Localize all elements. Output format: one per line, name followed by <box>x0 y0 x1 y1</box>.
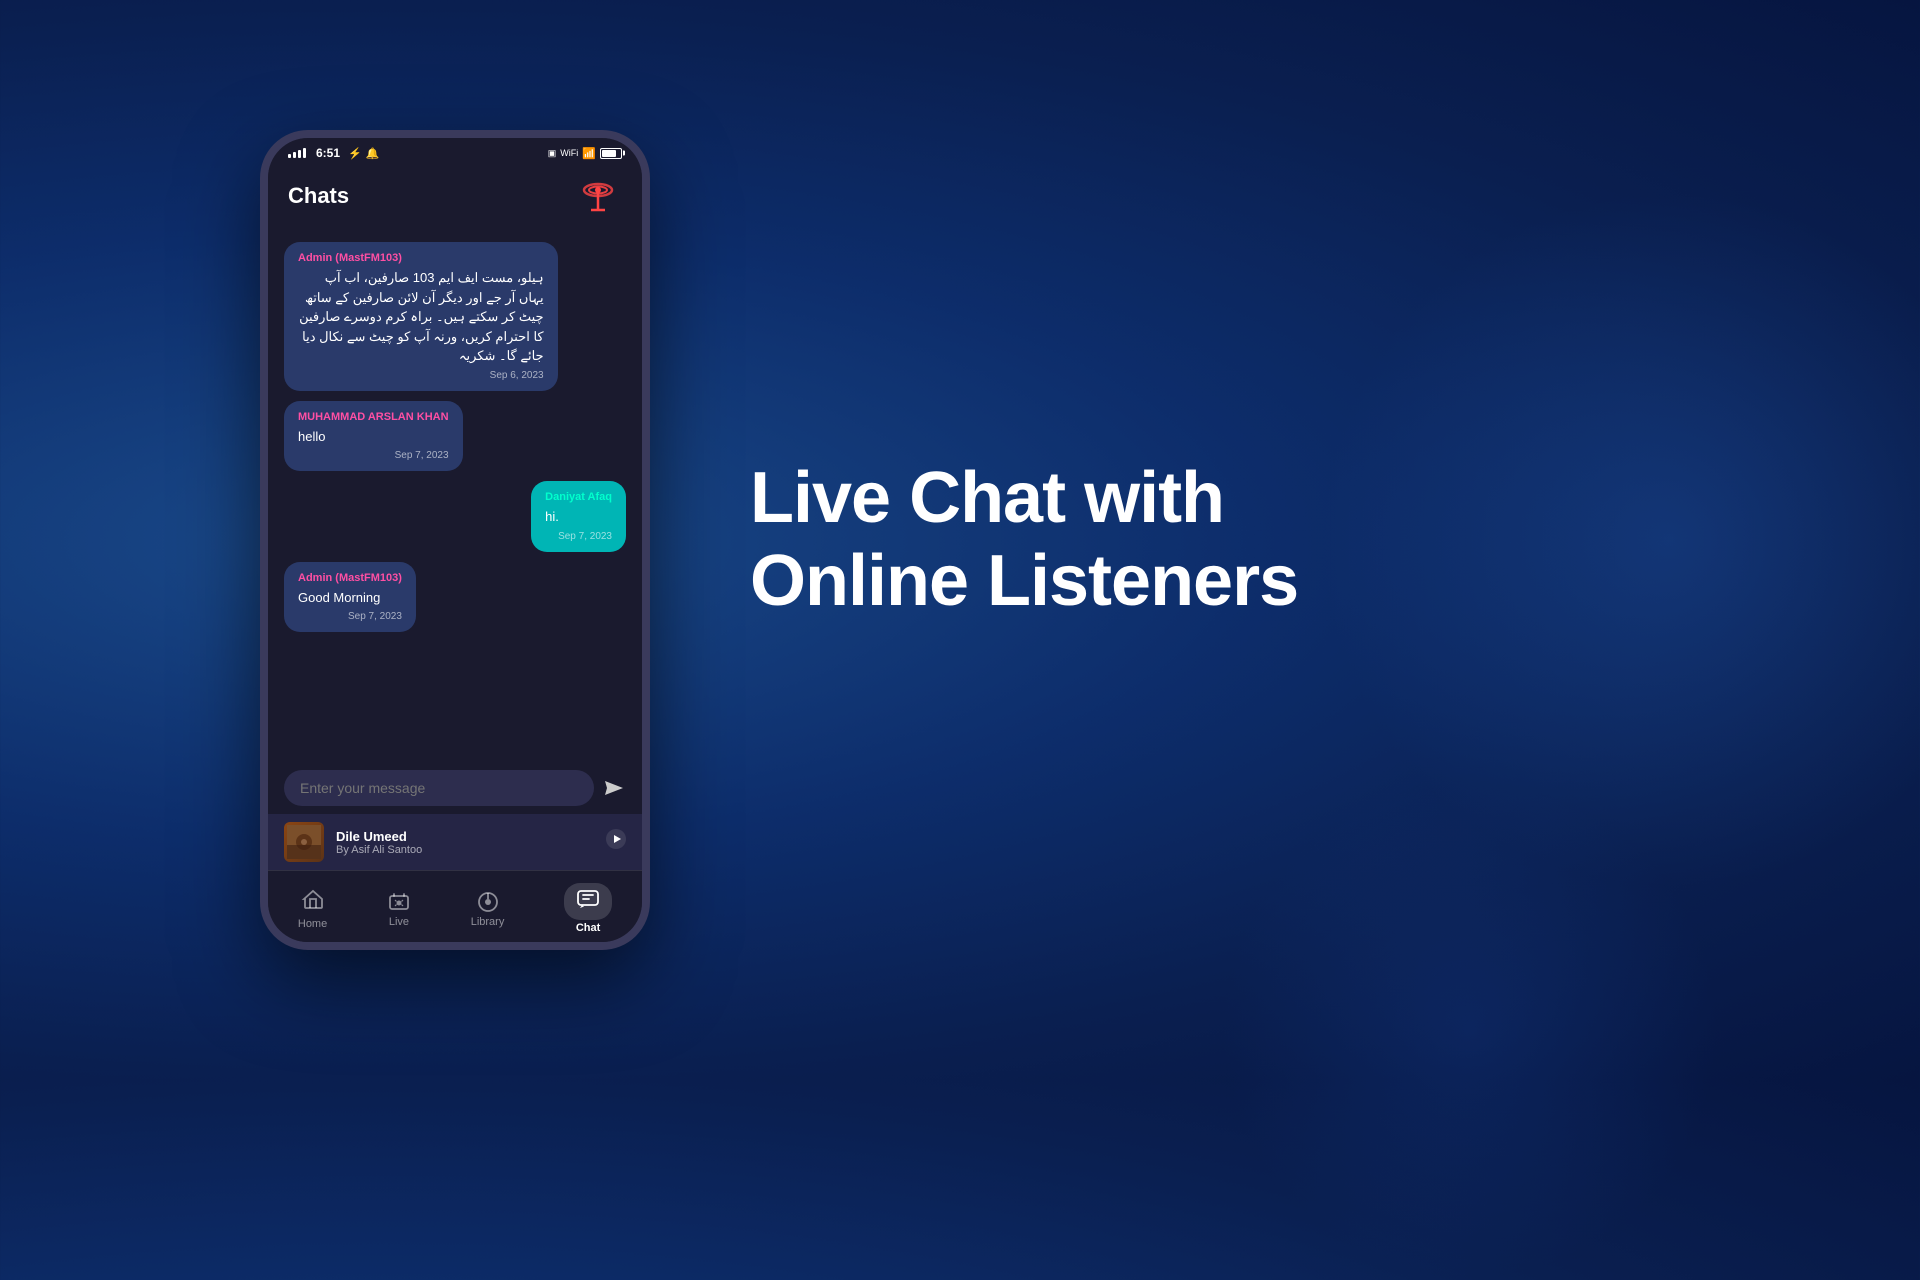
track-info: Dile Umeed By Asif Ali Santoo <box>336 829 594 856</box>
status-icon-wifi: WiFi <box>560 148 578 158</box>
promo-line1: Live Chat with <box>750 458 1224 538</box>
signal-bar-4 <box>303 148 306 158</box>
chat-icon <box>576 887 600 911</box>
message-sender-3: Daniyat Afaq <box>545 491 612 503</box>
track-name: Dile Umeed <box>336 829 594 844</box>
phone-frame: 6:51 ⚡ 🔔 ▣ WiFi 📶 Chats <box>260 130 650 950</box>
message-time-4: Sep 7, 2023 <box>298 611 402 622</box>
now-playing-bar: Dile Umeed By Asif Ali Santoo <box>268 814 642 870</box>
message-sender-4: Admin (MastFM103) <box>298 572 402 584</box>
signal-bar-2 <box>293 152 296 158</box>
track-thumbnail <box>284 822 324 862</box>
charge-icon: ⚡ <box>348 147 362 160</box>
nav-label-live: Live <box>389 916 409 928</box>
nav-icon-home-bg <box>301 887 325 916</box>
status-icon-sim: ▣ <box>548 148 557 159</box>
bg-decoration-bottom <box>1220 780 1720 1280</box>
message-text-2: hello <box>298 427 449 447</box>
nav-item-chat[interactable]: Chat <box>548 879 628 938</box>
message-text-3: hi. <box>545 507 612 527</box>
message-input-area <box>268 762 642 814</box>
promo-heading: Live Chat with Online Listeners <box>750 457 1840 623</box>
status-icons: ▣ WiFi 📶 <box>548 147 622 160</box>
promo-line2: Online Listeners <box>750 541 1298 621</box>
track-artist: By Asif Ali Santoo <box>336 844 594 856</box>
alarm-icon: 🔔 <box>366 147 380 160</box>
message-sender-2: MUHAMMAD ARSLAN KHAN <box>298 411 449 423</box>
message-time-2: Sep 7, 2023 <box>298 450 449 461</box>
message-bubble-3: Daniyat Afaq hi. Sep 7, 2023 <box>531 481 626 552</box>
nav-label-chat: Chat <box>576 922 600 934</box>
signal-bar-1 <box>288 154 291 158</box>
send-button[interactable] <box>602 776 626 800</box>
thumbnail-art <box>287 825 321 859</box>
play-icon <box>606 829 626 849</box>
nav-item-live[interactable]: Live <box>371 886 427 932</box>
battery-fill <box>602 150 616 157</box>
nav-label-home: Home <box>298 918 327 930</box>
chat-header: Chats <box>268 164 642 232</box>
message-time-1: Sep 6, 2023 <box>298 370 544 381</box>
signal-bar-3 <box>298 150 301 158</box>
live-icon <box>387 890 411 914</box>
message-text-4: Good Morning <box>298 588 402 608</box>
nav-active-bg <box>564 883 612 920</box>
library-icon <box>476 890 500 914</box>
promo-text-area: Live Chat with Online Listeners <box>650 457 1920 623</box>
bottom-nav: Home Live Library <box>268 870 642 942</box>
play-button[interactable] <box>606 829 626 855</box>
message-bubble-4: Admin (MastFM103) Good Morning Sep 7, 20… <box>284 562 416 633</box>
signal-bars <box>288 148 306 158</box>
message-sender-1: Admin (MastFM103) <box>298 252 544 264</box>
message-bubble-2: MUHAMMAD ARSLAN KHAN hello Sep 7, 2023 <box>284 401 463 472</box>
message-time-3: Sep 7, 2023 <box>545 531 612 542</box>
status-bar: 6:51 ⚡ 🔔 ▣ WiFi 📶 <box>268 138 642 164</box>
chat-title: Chats <box>288 183 349 209</box>
message-text-1: ہیلو، مست ایف ایم 103 صارفین، اب آپ یہاں… <box>298 268 544 366</box>
chat-messages: Admin (MastFM103) ہیلو، مست ایف ایم 103 … <box>268 232 642 762</box>
header-logo <box>574 172 622 220</box>
nav-label-library: Library <box>471 916 505 928</box>
logo-svg <box>576 174 620 218</box>
status-left: 6:51 ⚡ 🔔 <box>288 146 379 160</box>
battery-icon <box>600 148 622 159</box>
home-icon <box>301 887 325 911</box>
message-bubble-1: Admin (MastFM103) ہیلو، مست ایف ایم 103 … <box>284 242 558 391</box>
status-time: 6:51 <box>316 146 340 160</box>
wifi-icon: 📶 <box>582 147 596 160</box>
send-icon <box>602 776 626 800</box>
nav-item-library[interactable]: Library <box>455 886 521 932</box>
phone-wrapper: 6:51 ⚡ 🔔 ▣ WiFi 📶 Chats <box>260 130 650 950</box>
message-input[interactable] <box>284 770 594 806</box>
nav-item-home[interactable]: Home <box>282 883 343 934</box>
